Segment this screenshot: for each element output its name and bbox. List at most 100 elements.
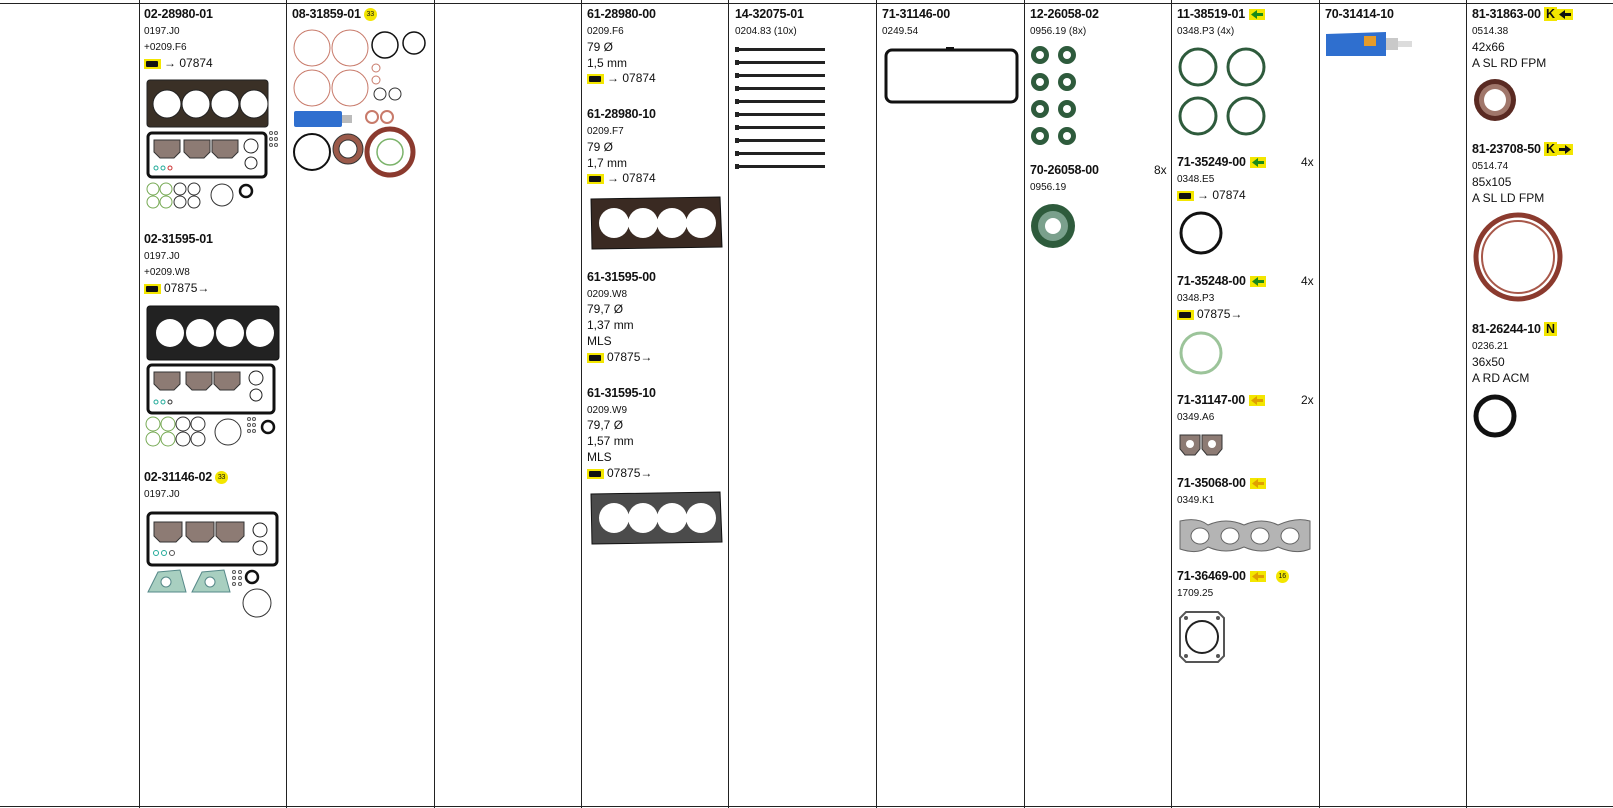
left-arrow-icon (1249, 395, 1266, 407)
column-divider (139, 0, 140, 808)
part-number-text: 81-26244-10 (1472, 322, 1541, 336)
ref-code: 0197.J0 (144, 26, 180, 37)
extra-code: +0209.F6 (144, 42, 187, 53)
part-number-text: 71-35249-00 (1177, 155, 1246, 169)
part-number[interactable]: 11-38519-01 (1177, 7, 1266, 21)
part-number[interactable]: 02-31595-01 (144, 232, 213, 246)
part-number[interactable]: 81-31863-00 K (1472, 7, 1573, 21)
part-number[interactable]: 81-23708-50 K (1472, 142, 1573, 156)
seal-size: 36x50 (1472, 355, 1505, 369)
part-number[interactable]: 71-35068-00 (1177, 476, 1266, 490)
part-number[interactable]: 81-26244-10 N (1472, 322, 1557, 336)
ref-code: 1709.25 (1177, 588, 1214, 599)
ref-code: 0956.19 (8x) (1030, 26, 1087, 37)
throttle-body-gasket-image (1179, 611, 1225, 663)
intake-exhaust-gasket-set-image (146, 511, 279, 618)
part-number[interactable]: 02-31146-02 33 (144, 470, 229, 485)
part-number-badge-icon: 16 (1275, 570, 1289, 584)
part-number-text: 81-23708-50 (1472, 142, 1541, 156)
engine-icon (587, 468, 604, 479)
ref-code: 0349.A6 (1177, 412, 1215, 423)
engine-number: 07874 (622, 171, 656, 185)
exhaust-manifold-gasket-image (1179, 519, 1311, 553)
seal-type-flag: K (1543, 7, 1557, 21)
seal-description: A RD ACM (1472, 371, 1530, 385)
part-number[interactable]: 71-31147-00 (1177, 393, 1266, 407)
left-arrow-icon (1556, 9, 1573, 21)
cylinder-head-gasket-set-image (146, 79, 278, 209)
ref-code: 0249.54 (882, 26, 919, 37)
column-divider (286, 0, 287, 808)
part-number[interactable]: 08-31859-01 33 (292, 7, 377, 22)
part-number[interactable]: 71-36469-00 16 (1177, 569, 1289, 584)
shaft-seal-image (1473, 394, 1517, 438)
ref-code: 0348.E5 (1177, 174, 1215, 185)
column-divider (728, 0, 729, 808)
seal-description: A SL RD FPM (1472, 56, 1547, 70)
gasket-set-image (293, 29, 426, 178)
part-number[interactable]: 61-28980-10 (587, 107, 656, 121)
right-arrow-icon (1556, 144, 1573, 156)
left-arrow-icon (1249, 571, 1266, 583)
crankshaft-seal-image (1473, 212, 1563, 302)
part-number-text: 11-38519-01 (1177, 7, 1246, 21)
cylinder-head-gasket-set-image (145, 305, 280, 447)
part-number-text: 08-31859-01 (292, 7, 361, 21)
left-arrow-icon (1249, 9, 1266, 21)
part-number[interactable]: 71-35248-00 (1177, 274, 1266, 288)
bore-diameter: 79,7 Ø (587, 302, 624, 316)
bore-diameter: 79,7 Ø (587, 418, 624, 432)
part-number[interactable]: 71-31146-00 (882, 7, 950, 21)
ref-code: 0514.38 (1472, 26, 1509, 37)
o-ring-image (1179, 331, 1223, 375)
part-number-badge-icon: 33 (215, 471, 229, 485)
column-divider (1171, 0, 1172, 808)
part-number[interactable]: 14-32075-01 (735, 7, 804, 21)
part-number[interactable]: 61-31595-00 (587, 270, 656, 284)
bore-diameter: 79 Ø (587, 140, 614, 154)
sealant-tube-image (1326, 32, 1412, 56)
material: MLS (587, 450, 612, 464)
part-number[interactable]: 12-26058-02 (1030, 7, 1099, 21)
thickness: 1,57 mm (587, 434, 634, 448)
ref-code: 0197.J0 (144, 251, 180, 262)
head-bolts-image (735, 47, 825, 169)
part-number-text: 71-36469-00 (1177, 569, 1246, 583)
quantity: 4x (1301, 274, 1314, 288)
engine-number: 07874 (622, 71, 656, 85)
part-number[interactable]: 61-28980-00 (587, 7, 656, 21)
valve-cover-gasket-image (884, 47, 1019, 104)
engine-range: → 07874 (144, 56, 213, 70)
part-number[interactable]: 70-26058-00 (1030, 163, 1099, 177)
engine-icon (587, 352, 604, 363)
engine-range: 07875→ (1177, 307, 1242, 321)
engine-icon (1177, 309, 1194, 320)
thickness: 1,5 mm (587, 56, 628, 70)
engine-icon (144, 283, 161, 294)
thickness: 1,7 mm (587, 156, 628, 170)
column-divider (1024, 0, 1025, 808)
ref-code: 0209.F6 (587, 26, 624, 37)
ref-code: 0197.J0 (144, 489, 180, 500)
top-rule (0, 3, 1613, 4)
part-number[interactable]: 71-35249-00 (1177, 155, 1266, 169)
valve-stem-seals-image (1031, 46, 1076, 145)
part-number-text: 71-35068-00 (1177, 476, 1246, 490)
part-number-text: 02-31146-02 (144, 470, 213, 484)
quantity: 8x (1154, 163, 1167, 177)
part-number-text: 71-31147-00 (1177, 393, 1246, 407)
engine-range: 07875→ (587, 350, 652, 364)
left-arrow-icon (1249, 276, 1266, 288)
engine-number: 07875→ (164, 281, 210, 295)
column-divider (581, 0, 582, 808)
engine-icon (587, 173, 604, 184)
ref-code: 0514.74 (1472, 161, 1509, 172)
head-gasket-image (590, 491, 723, 545)
part-number[interactable]: 02-28980-01 (144, 7, 213, 21)
part-number[interactable]: 70-31414-10 (1325, 7, 1394, 21)
ref-code: 0209.W9 (587, 405, 628, 416)
part-number-text: 71-35248-00 (1177, 274, 1246, 288)
seal-type-flag: K (1543, 142, 1557, 156)
part-number[interactable]: 61-31595-10 (587, 386, 656, 400)
ref-code: 0204.83 (10x) (735, 26, 797, 37)
